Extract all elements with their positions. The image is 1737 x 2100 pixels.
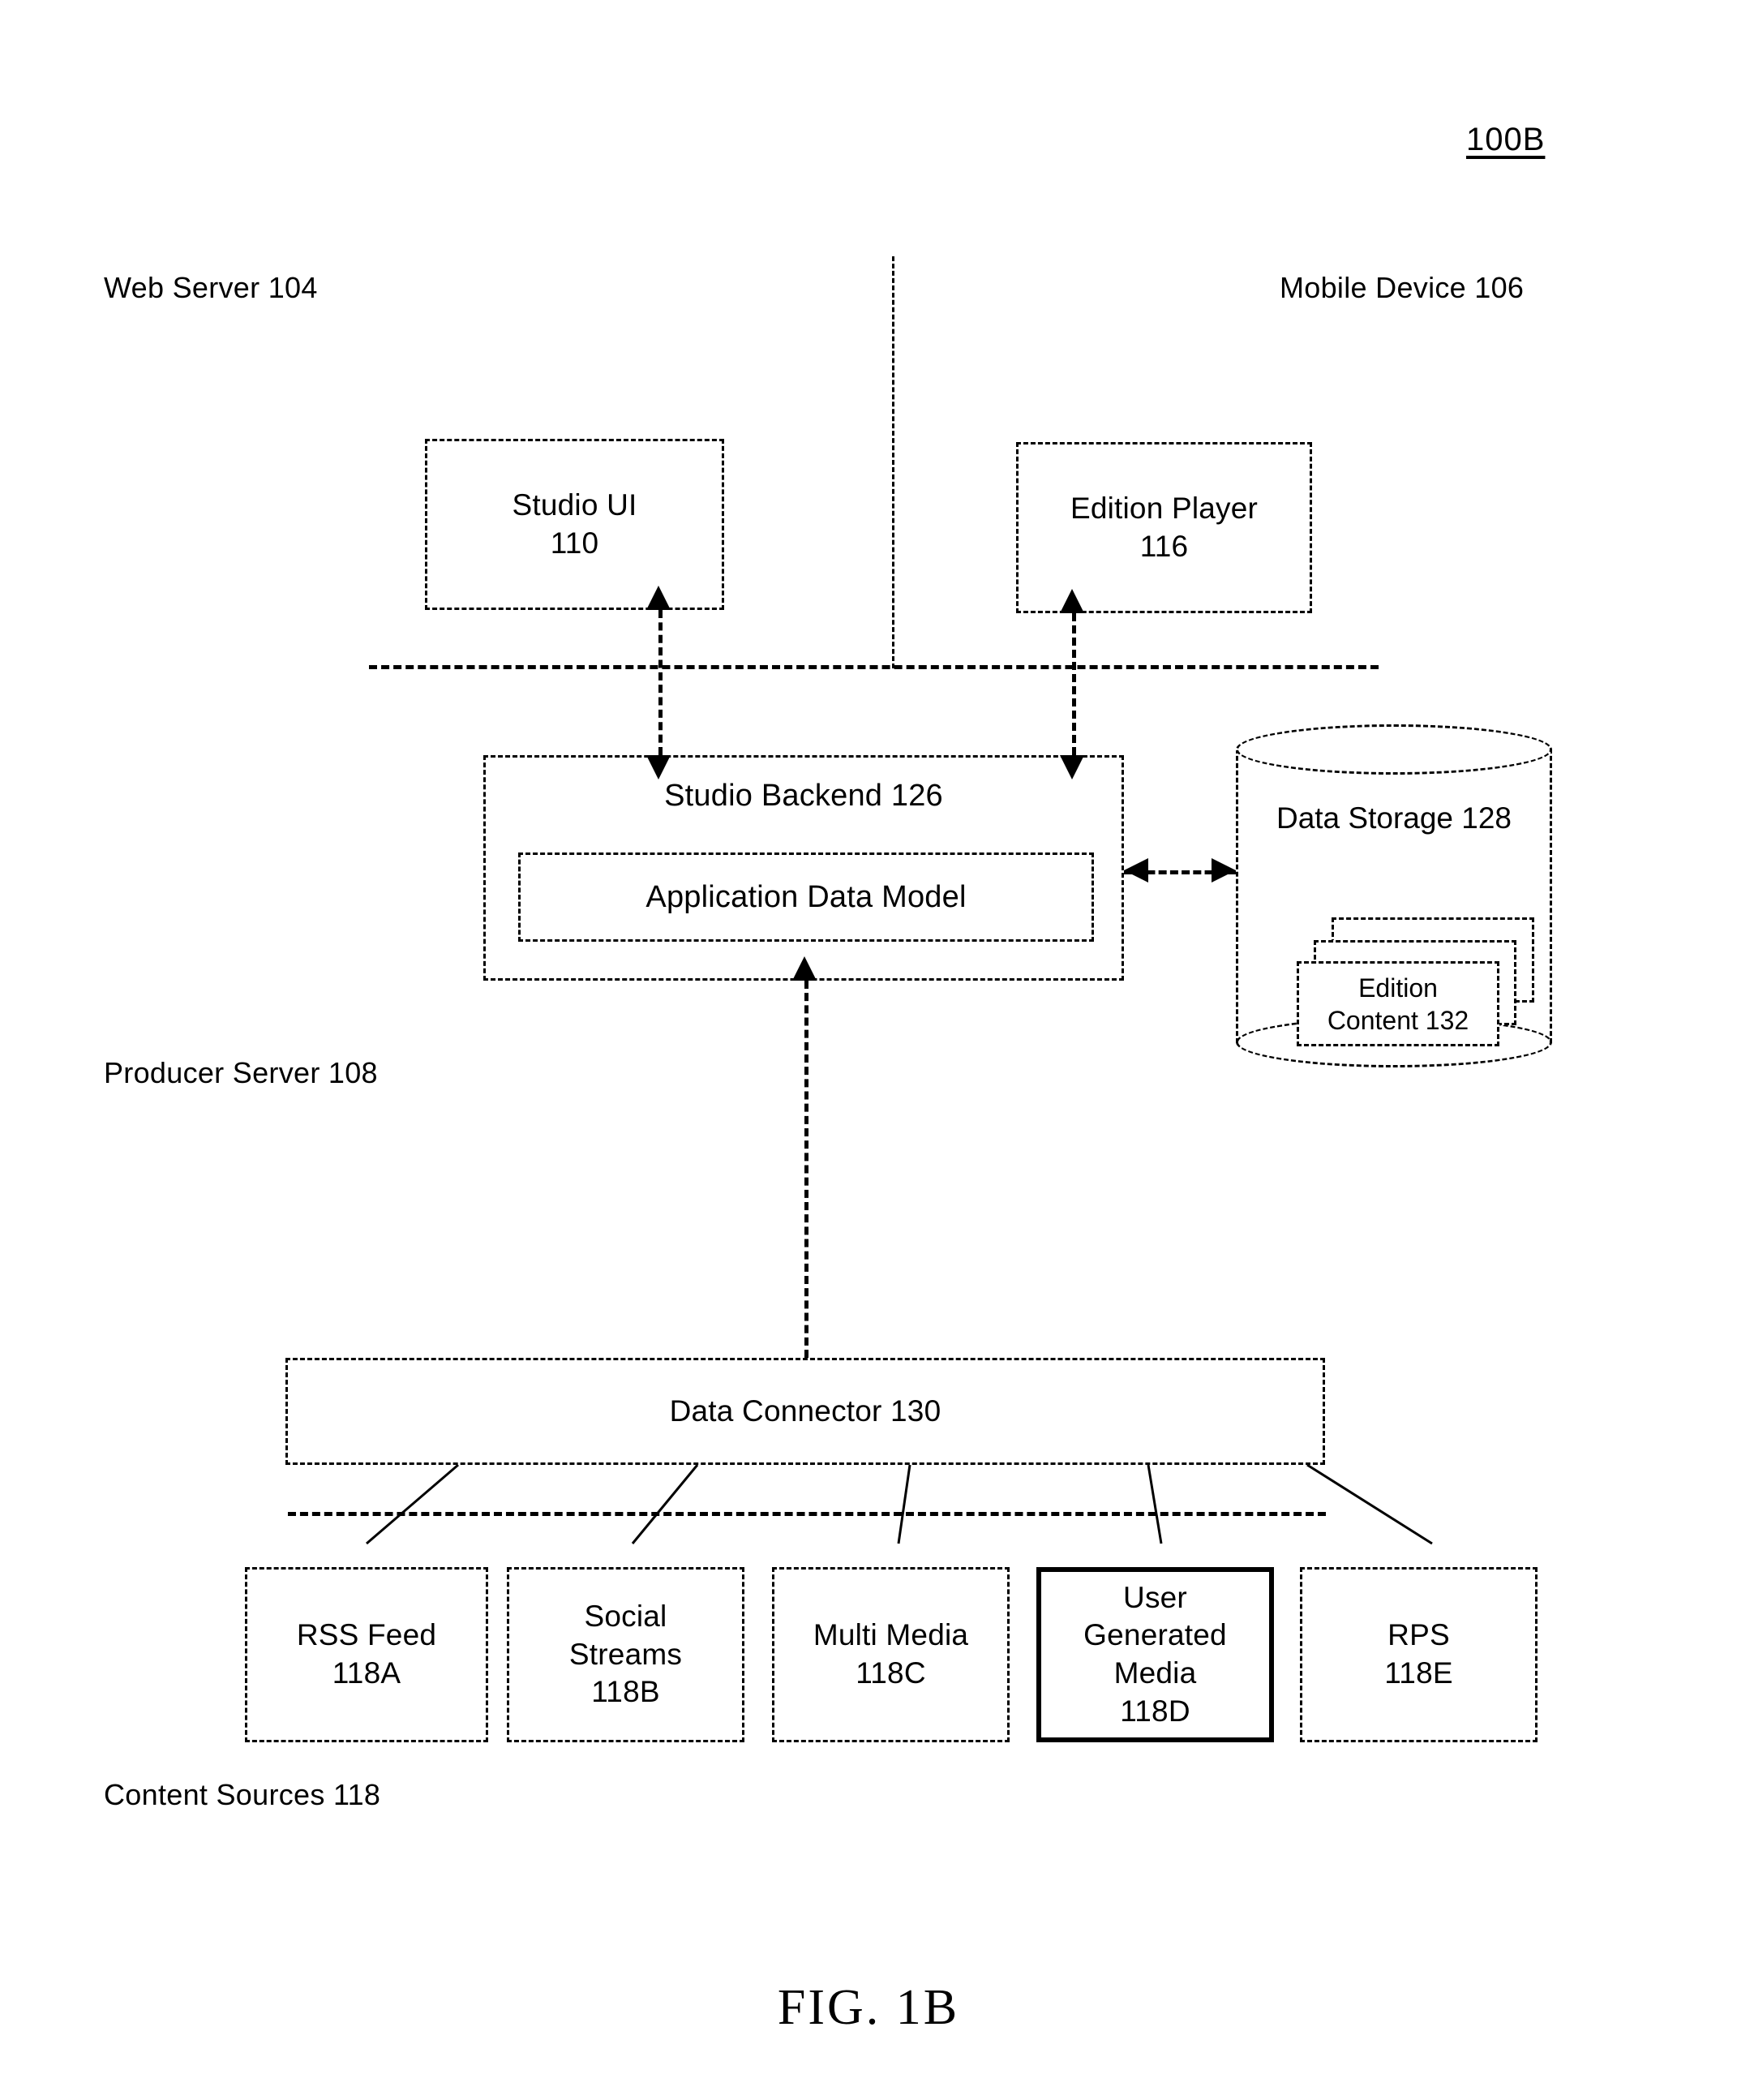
node-studio-ui-line2: 110 bbox=[550, 526, 599, 560]
node-data-storage-label: Data Storage 128 bbox=[1236, 799, 1552, 838]
region-label-producer-server: Producer Server 108 bbox=[104, 1056, 378, 1089]
connector-adm-storage-arrowhead-left bbox=[1124, 858, 1148, 883]
connector-adm-storage-arrowhead-right bbox=[1212, 858, 1236, 883]
node-edition-content-line1: Edition bbox=[1358, 973, 1438, 1003]
content-source-social-streams-line3: 118B bbox=[591, 1675, 660, 1709]
content-source-social-streams-line2: Streams bbox=[568, 1637, 683, 1671]
node-content-source-user-generated-media[interactable]: User Generated Media 118D bbox=[1036, 1567, 1274, 1742]
node-edition-content-line2: Content 132 bbox=[1327, 1005, 1469, 1035]
vertical-divider-dashed bbox=[892, 256, 894, 668]
horizontal-divider-content-sources bbox=[288, 1512, 1326, 1516]
node-studio-ui-line1: Studio UI bbox=[512, 487, 637, 522]
figure-caption: FIG. 1B bbox=[777, 1980, 960, 2035]
content-source-rps-line1: RPS bbox=[1387, 1618, 1450, 1652]
content-source-user-generated-media-line4: 118D bbox=[1120, 1694, 1190, 1728]
node-edition-player-line2: 116 bbox=[1139, 529, 1189, 563]
content-source-user-generated-media-line1: User bbox=[1123, 1580, 1187, 1614]
horizontal-divider-client-tier bbox=[369, 665, 1379, 669]
connector-studio-ui-backend-line bbox=[658, 610, 663, 755]
content-source-rss-feed-line2: 118A bbox=[332, 1656, 401, 1690]
connector-edition-player-arrowhead-down bbox=[1060, 755, 1084, 779]
node-data-storage-line1: Data Storage bbox=[1276, 801, 1453, 835]
content-source-social-streams-line1: Social bbox=[584, 1600, 667, 1634]
region-label-mobile-device: Mobile Device 106 bbox=[1280, 271, 1525, 304]
node-application-data-model-label: Application Data Model bbox=[645, 879, 967, 914]
connector-edition-player-arrowhead-up bbox=[1060, 589, 1084, 613]
node-studio-backend-title: Studio Backend 126 bbox=[664, 779, 943, 813]
fanout-line-multi-media bbox=[897, 1464, 911, 1544]
node-edition-player-line1: Edition Player bbox=[1070, 491, 1259, 525]
content-source-rss-feed-line1: RSS Feed bbox=[296, 1618, 437, 1652]
node-edition-player[interactable]: Edition Player 116 bbox=[1016, 442, 1312, 613]
connector-studio-ui-arrowhead-down bbox=[646, 755, 671, 779]
content-source-multi-media-line2: 118C bbox=[856, 1656, 926, 1690]
fanout-line-social-streams bbox=[631, 1464, 699, 1544]
content-source-user-generated-media-line3: Media bbox=[1113, 1656, 1197, 1690]
cylinder-top-ellipse bbox=[1236, 724, 1552, 775]
node-content-source-multi-media[interactable]: Multi Media 118C bbox=[772, 1567, 1010, 1742]
figure-number-label: 100B bbox=[1466, 122, 1546, 157]
node-content-source-rss-feed[interactable]: RSS Feed 118A bbox=[245, 1567, 488, 1742]
region-label-web-server: Web Server 104 bbox=[104, 271, 318, 304]
node-content-source-social-streams[interactable]: Social Streams 118B bbox=[507, 1567, 744, 1742]
node-data-connector-label: Data Connector 130 bbox=[669, 1394, 941, 1428]
node-content-source-rps[interactable]: RPS 118E bbox=[1300, 1567, 1538, 1742]
connector-edition-player-backend-line bbox=[1072, 613, 1076, 755]
node-data-connector[interactable]: Data Connector 130 bbox=[285, 1358, 1325, 1465]
connector-backend-dataconnector-arrowhead-up bbox=[792, 956, 817, 981]
region-label-content-sources: Content Sources 118 bbox=[104, 1778, 381, 1811]
fanout-line-rss-feed bbox=[366, 1463, 459, 1545]
node-studio-backend[interactable]: Studio Backend 126 Application Data Mode… bbox=[483, 755, 1124, 981]
content-source-multi-media-line1: Multi Media bbox=[813, 1618, 969, 1652]
connector-studio-ui-arrowhead-up bbox=[646, 586, 671, 610]
fanout-line-rps bbox=[1306, 1463, 1433, 1545]
node-studio-ui[interactable]: Studio UI 110 bbox=[425, 439, 724, 610]
content-source-user-generated-media-line2: Generated bbox=[1083, 1618, 1227, 1652]
content-source-rps-line2: 118E bbox=[1384, 1656, 1453, 1690]
connector-backend-dataconnector-line bbox=[804, 981, 808, 1358]
fanout-line-user-generated-media bbox=[1147, 1464, 1163, 1544]
node-application-data-model[interactable]: Application Data Model bbox=[518, 852, 1094, 942]
node-data-storage[interactable]: Data Storage 128 Edition Content 132 bbox=[1236, 724, 1552, 1067]
edition-content-card-front[interactable]: Edition Content 132 bbox=[1297, 961, 1499, 1046]
patent-figure-1b: 100B Web Server 104 Mobile Device 106 Pr… bbox=[0, 0, 1737, 2100]
node-data-storage-line2: 128 bbox=[1461, 801, 1512, 835]
